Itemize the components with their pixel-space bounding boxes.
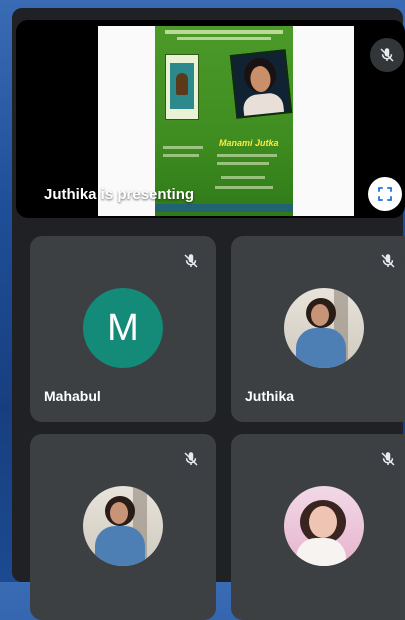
- poster-name-text: Manami Jutka: [219, 138, 279, 148]
- book-cover-image: [165, 54, 199, 120]
- fullscreen-button[interactable]: [368, 177, 402, 211]
- poster-subheader-bar: [177, 37, 271, 40]
- mic-off-icon: [174, 244, 208, 278]
- participant-name: Juthika: [245, 388, 295, 404]
- participant-tile-4[interactable]: [231, 434, 405, 620]
- participant-tile-3[interactable]: [30, 434, 216, 620]
- presenting-label: Juthika is presenting: [44, 186, 195, 203]
- poster-header-bar: [165, 30, 283, 34]
- mic-off-icon: [370, 38, 404, 72]
- avatar: [284, 288, 364, 368]
- fullscreen-icon: [378, 187, 392, 201]
- participant-tile-mahabul[interactable]: M Mahabul: [30, 236, 216, 422]
- avatar: M: [83, 288, 163, 368]
- presentation-tile[interactable]: Manami Jutka Juthika is presenting: [16, 20, 405, 218]
- avatar: [83, 486, 163, 566]
- mic-off-icon: [371, 442, 405, 476]
- poster-footer-band: [155, 204, 293, 212]
- poster-photo: [229, 49, 293, 119]
- participant-name: Mahabul: [44, 388, 101, 404]
- mic-off-icon: [174, 442, 208, 476]
- mic-off-icon: [371, 244, 405, 278]
- participant-tile-juthika[interactable]: Juthika: [231, 236, 405, 422]
- avatar: [284, 486, 364, 566]
